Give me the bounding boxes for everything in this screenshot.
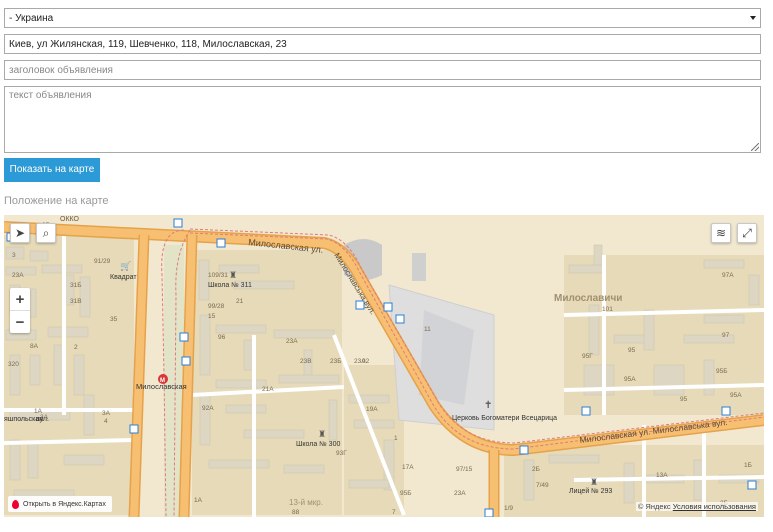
- label-microdistrict: 13-й мкр.: [289, 498, 323, 507]
- map-search-button[interactable]: ⌕: [36, 223, 56, 243]
- layers-button[interactable]: ≋: [711, 223, 731, 243]
- label-district: Милославичи: [554, 293, 622, 304]
- address-value: Киев, ул Жилянская, 119, Шевченко, 118, …: [9, 39, 287, 50]
- house-number: 23А: [454, 490, 466, 497]
- house-number: 97: [722, 332, 730, 339]
- label-okko: ОККО: [60, 216, 80, 223]
- house-number: 95Б: [400, 490, 412, 497]
- map-copyright: © Яндекс Условия использования: [635, 502, 758, 511]
- ad-text-textarea[interactable]: [5, 87, 760, 152]
- fullscreen-icon: ⤢: [742, 225, 752, 240]
- house-number: 96: [218, 334, 226, 341]
- locate-button[interactable]: ➤: [10, 223, 30, 243]
- house-number: 7/49: [536, 482, 549, 489]
- yandex-map[interactable]: M ОККО Милославская ул. Милославська вул…: [4, 215, 764, 517]
- house-number: 1А: [194, 497, 203, 504]
- house-number: 95Г: [582, 353, 593, 360]
- house-number: 3А: [102, 410, 111, 417]
- house-number: 1: [394, 435, 398, 442]
- country-select[interactable]: - Украина: [4, 8, 761, 28]
- copyright-label: © Яндекс: [637, 502, 671, 511]
- ad-text-field[interactable]: [4, 86, 761, 153]
- house-number: 88: [292, 509, 300, 516]
- layers-icon: ≋: [715, 226, 727, 240]
- zoom-out-button[interactable]: −: [10, 310, 30, 333]
- house-number: 19А: [366, 406, 378, 413]
- map-canvas[interactable]: M ОККО Милославская ул. Милославська вул…: [4, 215, 764, 517]
- house-number: 101: [602, 306, 613, 313]
- show-on-map-button[interactable]: Показать на карте: [4, 158, 100, 182]
- zoom-in-button[interactable]: +: [10, 288, 30, 310]
- zoom-control[interactable]: + −: [10, 288, 30, 333]
- house-number: 3А: [40, 414, 49, 421]
- ad-title-input[interactable]: [9, 65, 756, 76]
- house-number: 97А: [722, 272, 734, 279]
- church-icon: ✝: [484, 400, 492, 411]
- house-number: 35: [110, 316, 118, 323]
- house-number: 21А: [262, 386, 274, 393]
- school-icon-2: ♜: [318, 429, 326, 439]
- house-number: 17А: [402, 464, 414, 471]
- house-number: 11: [424, 326, 431, 333]
- open-in-yandex-label: Открыть в Яндекс.Картах: [23, 500, 106, 508]
- house-number: 95А: [730, 392, 742, 399]
- chevron-down-icon: [750, 16, 756, 20]
- label-church: Церковь Богоматери Всецарица: [452, 415, 557, 422]
- house-number: 91/29: [94, 258, 111, 265]
- label-school-311: Школа № 311: [208, 282, 252, 289]
- house-number: 2Б: [532, 466, 540, 473]
- house-number: 92: [362, 358, 370, 365]
- fullscreen-button[interactable]: ⤢: [737, 223, 757, 243]
- label-lyceum-293: Лицей № 293: [569, 487, 612, 495]
- locate-icon: ➤: [14, 226, 26, 240]
- house-number: 99/28: [208, 303, 225, 310]
- house-number: 95А: [624, 376, 636, 383]
- resize-grip-icon[interactable]: [751, 143, 759, 151]
- house-number: 95: [680, 396, 688, 403]
- house-number: 97/15: [456, 466, 473, 473]
- house-number: 3: [12, 252, 16, 259]
- house-number: 95Б: [716, 368, 728, 375]
- house-number: 93Г: [336, 450, 347, 457]
- label-metro: Милославская: [136, 382, 187, 391]
- small-building: [412, 253, 426, 281]
- lyceum-icon: ♜: [590, 477, 598, 487]
- house-number: 109/31: [208, 272, 228, 279]
- house-number: 13А: [656, 472, 668, 479]
- house-number: 320: [8, 361, 19, 368]
- house-number: 92А: [202, 405, 214, 412]
- house-number: 21: [236, 298, 244, 305]
- search-icon: ⌕: [42, 225, 50, 240]
- map-pin-icon: [12, 499, 19, 509]
- address-field[interactable]: Киев, ул Жилянская, 119, Шевченко, 118, …: [4, 34, 761, 54]
- open-in-yandex-link[interactable]: Открыть в Яндекс.Картах: [8, 496, 112, 512]
- label-school-300: Школа № 300: [296, 441, 340, 448]
- house-number: 1/9: [504, 505, 513, 512]
- ad-title-field[interactable]: [4, 60, 761, 80]
- label-yashpol: яшпольская: [4, 416, 43, 423]
- school-icon: ♜: [229, 270, 237, 280]
- house-number: 7: [392, 509, 396, 516]
- terms-link[interactable]: Условия использования: [673, 502, 756, 511]
- map-section-title: Положение на карте: [4, 195, 109, 207]
- house-number: 23Б: [330, 358, 342, 365]
- label-kvadrat: Квадрат: [110, 274, 137, 281]
- house-number: 4: [104, 418, 108, 425]
- house-number: 15: [208, 313, 216, 320]
- shop-icon: 🛒: [120, 260, 131, 271]
- country-select-value: - Украина: [9, 13, 54, 24]
- house-number: 2: [74, 344, 78, 351]
- house-number: 23В: [300, 358, 312, 365]
- house-number: 31В: [70, 298, 82, 305]
- house-number: 23А: [12, 272, 24, 279]
- house-number: 1Б: [744, 462, 752, 469]
- house-number: 95: [628, 347, 636, 354]
- house-number: 8А: [30, 343, 39, 350]
- house-number: 23А: [286, 338, 298, 345]
- house-number: 31Б: [70, 282, 82, 289]
